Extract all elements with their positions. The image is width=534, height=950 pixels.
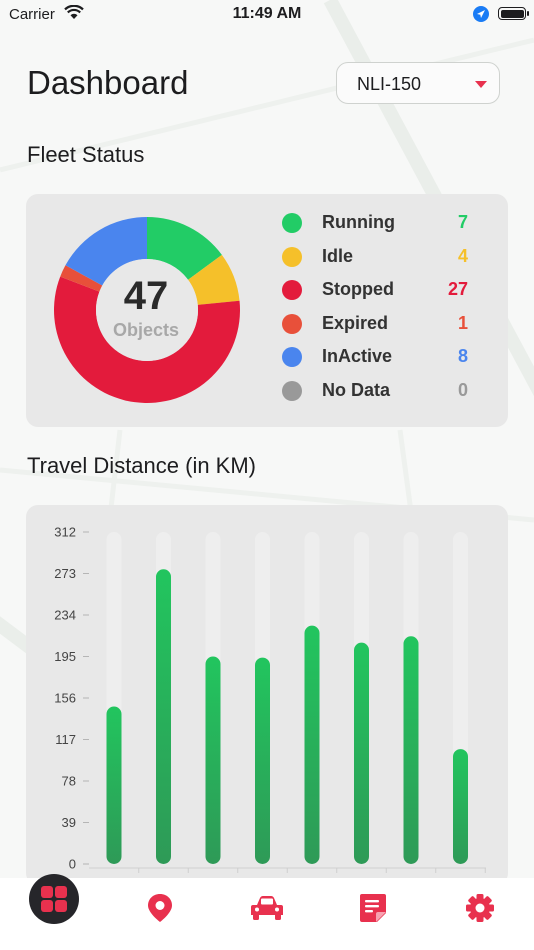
bar-4[interactable] (255, 657, 270, 864)
y-tick-label: 195 (54, 649, 76, 664)
legend-value: 4 (457, 245, 468, 266)
bar-1[interactable] (106, 706, 122, 864)
dashboard-tab[interactable] (29, 874, 79, 924)
y-tick-label: 156 (54, 691, 76, 706)
total-objects-count: 47 (123, 274, 169, 318)
y-tick-label: 234 (54, 608, 76, 623)
legend-label: Expired (322, 312, 389, 333)
device-select-value: NLI-150 (357, 74, 422, 94)
travel-distance-title: Travel Distance (in KM) (27, 453, 257, 478)
legend-value: 27 (447, 279, 468, 300)
bar-6[interactable] (354, 642, 369, 864)
vehicles-tab[interactable] (242, 878, 292, 938)
grid-icon (41, 886, 67, 912)
idle-dot-icon (282, 246, 302, 267)
legend-value: 8 (457, 346, 468, 367)
map-tab[interactable] (135, 878, 185, 938)
no-data-dot-icon (282, 380, 302, 401)
location-pin-icon (148, 894, 172, 922)
y-tick-label: 117 (55, 732, 76, 747)
bar-8[interactable] (453, 749, 468, 864)
legend-item-idle[interactable]: Idle 4 (282, 243, 482, 277)
status-bar: Carrier 11:49 AM (0, 0, 534, 30)
legend-label: InActive (322, 346, 393, 367)
settings-tab[interactable] (455, 878, 505, 938)
legend-value: 1 (457, 312, 468, 333)
location-services-icon (473, 6, 489, 22)
fleet-legend: Running 7 Idle 4 Stopped 27 Expired 1 In… (282, 209, 482, 411)
y-tick-label: 273 (54, 566, 76, 581)
gear-icon (466, 894, 494, 922)
inactive-dot-icon (282, 347, 302, 368)
legend-value: 0 (457, 379, 468, 400)
legend-item-inactive[interactable]: InActive 8 (282, 343, 482, 377)
bar-5[interactable] (304, 625, 320, 864)
y-tick-label: 39 (62, 815, 76, 830)
clock: 11:49 AM (232, 5, 302, 22)
legend-label: Running (322, 212, 395, 232)
legend-item-stopped[interactable]: Stopped 27 (282, 276, 482, 310)
document-icon (360, 894, 386, 922)
page-title: Dashboard (27, 64, 189, 101)
reports-tab[interactable] (348, 878, 398, 938)
travel-distance-bar-chart: 312 273 234 195 156 117 78 39 0 (54, 525, 486, 873)
caret-down-icon (475, 81, 487, 88)
device-select[interactable]: NLI-150 (336, 62, 500, 104)
legend-label: Stopped (322, 279, 394, 300)
fleet-status-title: Fleet Status (27, 142, 145, 167)
legend-value: 7 (457, 212, 468, 232)
bar-3[interactable] (205, 656, 221, 865)
bottom-tab-bar (0, 874, 534, 950)
y-tick-label: 78 (62, 774, 76, 789)
battery-icon (498, 7, 529, 20)
legend-label: No Data (322, 379, 391, 400)
legend-item-no-data[interactable]: No Data 0 (282, 377, 482, 411)
stopped-dot-icon (282, 280, 302, 301)
y-tick-label: 312 (54, 525, 76, 540)
expired-dot-icon (282, 313, 302, 334)
bar-2[interactable] (156, 569, 171, 864)
total-objects-label: Objects (112, 320, 180, 340)
running-dot-icon (282, 213, 302, 233)
y-tick-label: 0 (69, 857, 76, 872)
legend-label: Idle (322, 245, 354, 266)
legend-item-expired[interactable]: Expired 1 (282, 310, 482, 344)
legend-item-running[interactable]: Running 7 (282, 209, 482, 243)
bar-7[interactable] (403, 636, 419, 864)
car-icon (251, 896, 283, 920)
